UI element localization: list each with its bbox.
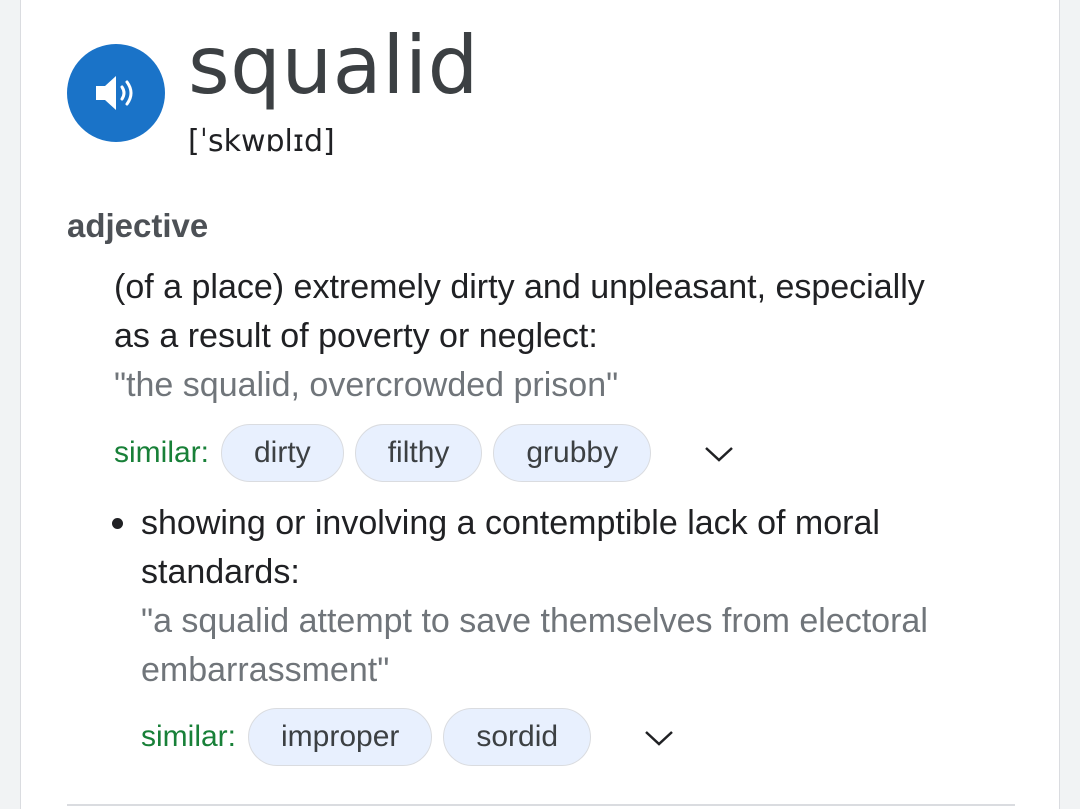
similar-chip-sordid[interactable]: sordid [443,708,592,766]
dictionary-card: squalid [ˈskwɒlɪd] adjective (of a place… [20,0,1060,809]
example-2-line-2: embarrassment" [141,651,390,689]
similar-chip-improper[interactable]: improper [248,708,433,766]
phonetic-transcription: [ˈskwɒlɪd] [188,124,335,159]
chevron-down-icon [705,447,733,462]
definition-2-line-2: standards: [141,553,300,591]
similar-words-2: similar: improper sordid [141,706,684,768]
pronunciation-button[interactable] [67,44,165,142]
example-1: "the squalid, overcrowded prison" [114,366,619,404]
similar-label: similar: [114,436,209,469]
similar-chip-dirty[interactable]: dirty [221,424,344,482]
expand-similar-button[interactable] [694,428,744,478]
expand-similar-button[interactable] [634,712,684,762]
definition-2-line-1: showing or involving a contemptible lack… [141,504,880,542]
similar-chip-grubby[interactable]: grubby [493,424,652,482]
headword: squalid [188,19,479,112]
example-2-line-1: "a squalid attempt to save themselves fr… [141,602,928,640]
volume-icon [96,76,133,110]
chevron-down-icon [645,731,673,746]
bullet-point [112,518,123,529]
similar-chip-filthy[interactable]: filthy [354,424,483,482]
definition-1-line-2: as a result of poverty or neglect: [114,317,598,355]
section-divider [67,804,1015,806]
definition-1-line-1: (of a place) extremely dirty and unpleas… [114,268,925,306]
similar-label: similar: [141,720,236,753]
similar-words-1: similar: dirty filthy grubby [114,422,744,484]
part-of-speech: adjective [67,207,209,244]
